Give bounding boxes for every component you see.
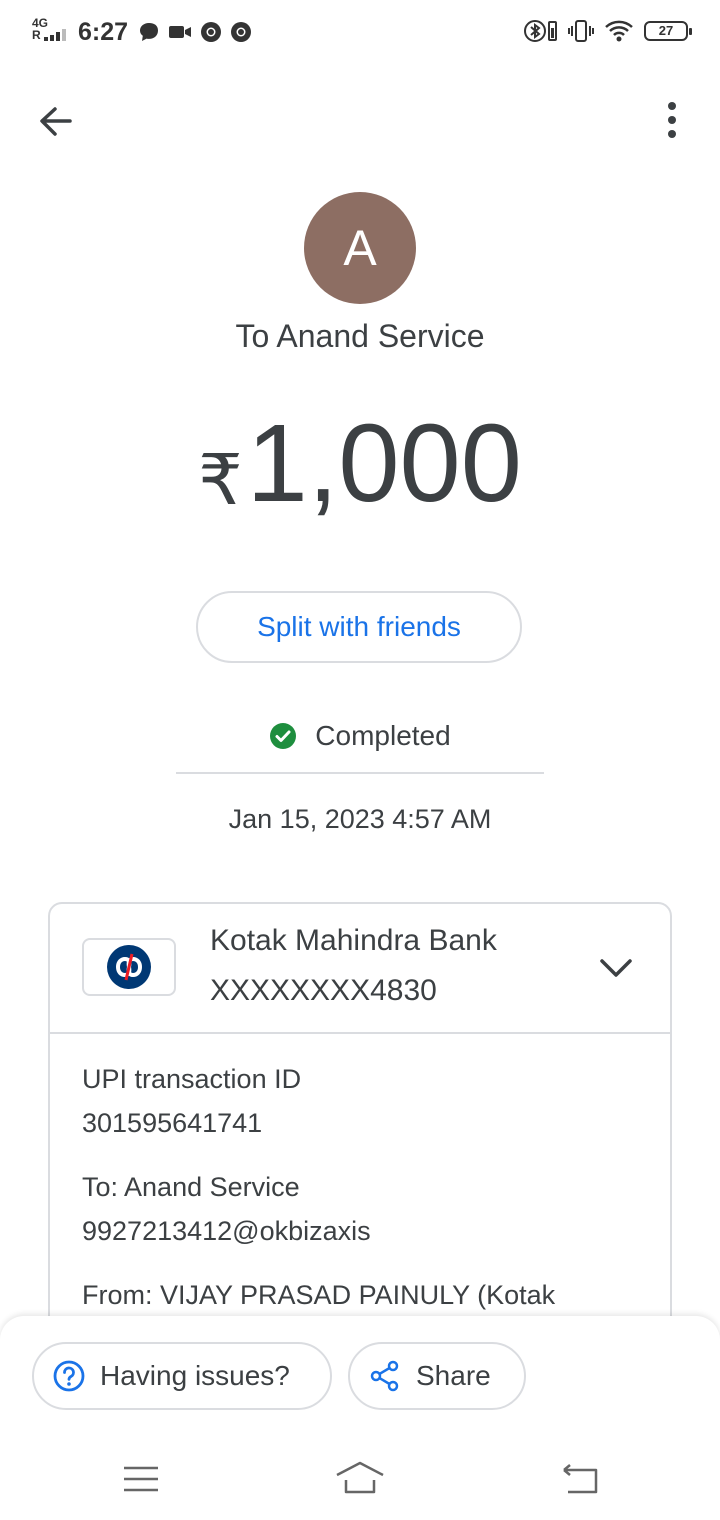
more-options-button[interactable]: [648, 96, 696, 148]
amount-value: 1,000: [246, 402, 522, 525]
vibrate-icon: [568, 20, 594, 42]
bank-account-number: XXXXXXXX4830: [210, 974, 437, 1007]
more-vert-icon: [668, 102, 676, 138]
back-arrow-icon: [40, 107, 72, 136]
share-icon: [370, 1360, 399, 1392]
status-time: 6:27: [78, 18, 129, 46]
roaming-indicator: R: [32, 28, 41, 42]
txn-id-label: UPI transaction ID: [82, 1064, 302, 1094]
home-icon[interactable]: [334, 1460, 386, 1496]
back-button[interactable]: [30, 96, 82, 148]
currency-symbol: ₹: [198, 441, 243, 519]
help-circle-icon: [53, 1360, 85, 1392]
status-row: Completed: [0, 720, 720, 752]
network-indicator: 4G R: [32, 17, 70, 41]
back-nav-icon[interactable]: [558, 1460, 600, 1496]
battery-icon: 27: [644, 21, 692, 41]
split-with-friends-button[interactable]: Split with friends: [196, 591, 522, 663]
chrome-icon: [231, 22, 251, 42]
check-circle-icon: [270, 723, 297, 749]
share-button[interactable]: Share: [348, 1342, 526, 1410]
chrome-icon: [201, 22, 221, 42]
message-icon: [140, 23, 158, 41]
bank-name: Kotak Mahindra Bank: [210, 924, 497, 957]
avatar: A: [304, 192, 416, 304]
recipient-title: To Anand Service: [235, 318, 485, 354]
menu-icon[interactable]: [122, 1464, 160, 1494]
kotak-logo-icon: [107, 945, 151, 989]
from-label: From: VIJAY PRASAD PAINULY (Kotak: [82, 1280, 556, 1310]
amount: ₹1,000: [0, 404, 720, 524]
signal-icon: [44, 29, 67, 41]
video-icon: [169, 26, 191, 38]
to-upi-value: 9927213412@okbizaxis: [82, 1216, 371, 1246]
system-nav-bar: [0, 1440, 720, 1520]
wifi-icon: [605, 20, 633, 42]
transaction-datetime: Jan 15, 2023 4:57 AM: [228, 804, 492, 834]
to-label: To: Anand Service: [82, 1172, 300, 1202]
chevron-down-icon[interactable]: [598, 950, 634, 986]
bank-logo: [82, 938, 176, 996]
status-label: Completed: [315, 720, 451, 751]
bluetooth-icon: [524, 20, 557, 42]
system-icons: 27: [524, 18, 692, 44]
divider: [176, 772, 544, 774]
having-issues-button[interactable]: Having issues?: [32, 1342, 332, 1410]
txn-id-value: 301595641741: [82, 1108, 263, 1138]
status-bar: 4G R 6:27 27: [0, 0, 720, 64]
share-label: Share: [416, 1360, 491, 1391]
bank-header[interactable]: Kotak Mahindra Bank XXXXXXXX4830: [50, 904, 670, 1034]
notification-icons: [138, 21, 252, 43]
having-issues-label: Having issues?: [100, 1360, 290, 1391]
